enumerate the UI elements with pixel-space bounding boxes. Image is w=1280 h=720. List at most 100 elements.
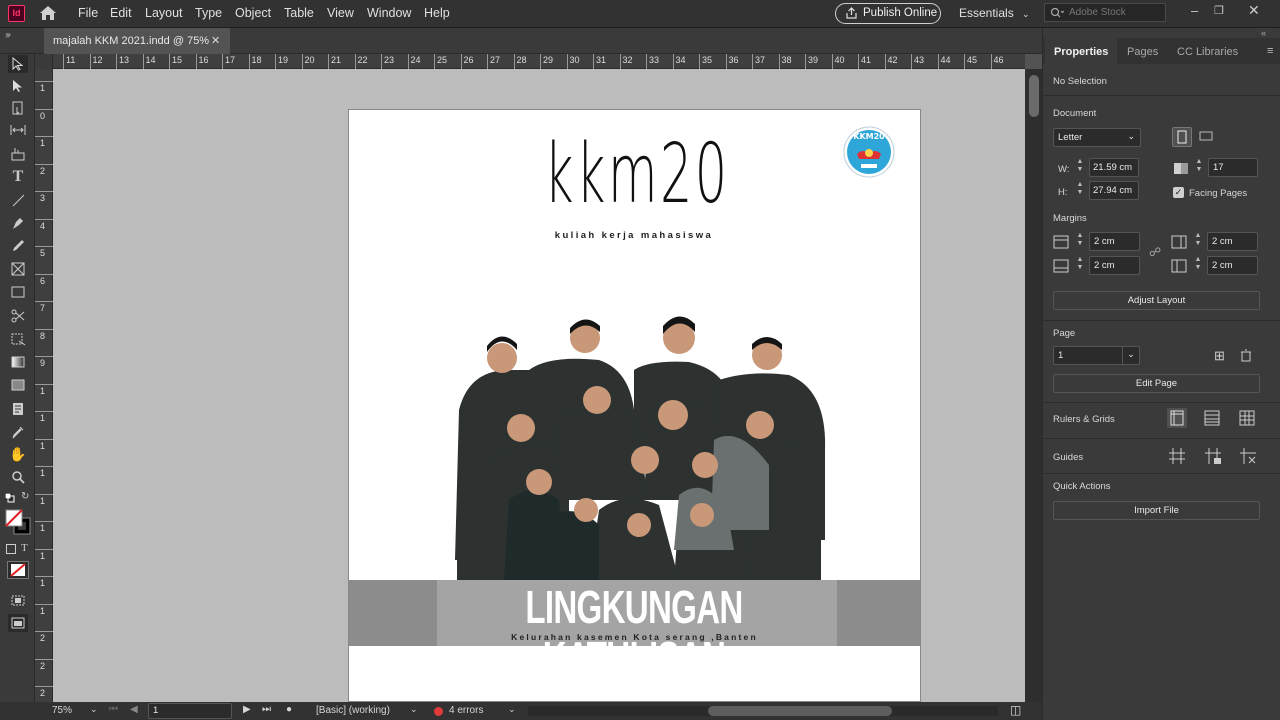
pages-count-field[interactable]: 17 [1208, 158, 1258, 177]
type-tool-icon[interactable]: T [8, 168, 28, 186]
lock-guides-icon[interactable] [1203, 446, 1223, 466]
document-page[interactable]: KKM20 kkm20 kuliah kerja mahasiswa LINGK… [348, 109, 921, 702]
horizontal-scrollbar-thumb[interactable] [708, 706, 892, 716]
portrait-orientation-icon[interactable] [1172, 127, 1192, 147]
menu-layout[interactable]: Layout [145, 6, 183, 20]
add-page-icon[interactable]: ⊞ [1214, 348, 1225, 364]
eyedropper-tool-icon[interactable] [8, 423, 28, 441]
gap-tool-icon[interactable] [8, 121, 28, 139]
page-tool-icon[interactable] [8, 99, 28, 117]
height-stepper-icon[interactable]: ▲ ▼ [1074, 181, 1086, 200]
pen-tool-icon[interactable] [8, 214, 28, 232]
pages-stepper-icon[interactable]: ▲ ▼ [1193, 158, 1205, 177]
menu-help[interactable]: Help [424, 6, 450, 20]
restore-icon[interactable]: ❐ [1214, 4, 1224, 17]
document-grid-icon[interactable] [1238, 409, 1256, 427]
landscape-orientation-icon[interactable] [1197, 127, 1217, 147]
vertical-ruler[interactable]: 1 0 1 2 3 4 5 6 7 8 9 1 1 1 1 1 1 1 1 1 2 2 2 [35, 69, 53, 702]
vertical-scrollbar-thumb[interactable] [1029, 75, 1039, 117]
pencil-tool-icon[interactable] [8, 237, 28, 255]
group-photo[interactable] [449, 300, 829, 580]
page-size-select[interactable]: Letter ⌄ [1053, 128, 1141, 147]
kkm20-badge[interactable]: KKM20 [843, 126, 895, 178]
publish-online-button[interactable]: Publish Online [835, 3, 941, 24]
previous-page-icon[interactable]: ◀ [130, 704, 138, 715]
last-page-icon[interactable]: ⏭ [262, 704, 271, 715]
zoom-tool-icon[interactable] [8, 468, 28, 486]
vertical-scrollbar[interactable] [1025, 69, 1042, 702]
adjust-layout-button[interactable]: Adjust Layout [1053, 291, 1260, 310]
zoom-level[interactable]: 75% [52, 705, 72, 716]
default-fill-stroke-icon[interactable] [4, 492, 15, 503]
menu-edit[interactable]: Edit [110, 6, 132, 20]
hand-tool-icon[interactable]: ✋ [8, 445, 28, 463]
menu-object[interactable]: Object [235, 6, 271, 20]
document-tab[interactable]: majalah KKM 2021.indd @ 75% ✕ [44, 28, 230, 54]
horizontal-ruler[interactable]: 11 12 13 14 15 16 17 18 19 20 21 22 23 24 25 26 27 28 29 30… [35, 54, 1025, 69]
screen-mode-icon[interactable] [8, 591, 28, 609]
rectangle-tool-icon[interactable] [8, 283, 28, 301]
show-guides-icon[interactable] [1167, 446, 1187, 466]
direct-selection-tool-icon[interactable] [8, 77, 28, 95]
formatting-container-icon[interactable] [6, 544, 16, 554]
gradient-swatch-tool-icon[interactable] [8, 353, 28, 371]
baseline-grid-icon[interactable] [1203, 409, 1221, 427]
tab-cc-libraries[interactable]: CC Libraries [1177, 46, 1238, 58]
margin-bottom-field[interactable]: 2 cm [1089, 256, 1140, 275]
note-tool-icon[interactable] [8, 400, 28, 418]
ruler-origin[interactable] [35, 54, 53, 69]
first-page-icon[interactable]: ⏮ [109, 704, 118, 715]
menu-table[interactable]: Table [284, 6, 314, 20]
margin-inside-stepper-icon[interactable]: ▲ ▼ [1192, 232, 1204, 251]
edit-page-button[interactable]: Edit Page [1053, 374, 1260, 393]
view-mode-icon[interactable] [8, 614, 28, 632]
margin-outside-field[interactable]: 2 cm [1207, 256, 1258, 275]
workspace-switcher[interactable]: Essentials ⌄ [959, 6, 1030, 20]
split-window-icon[interactable]: ◫ [1010, 703, 1021, 717]
menu-type[interactable]: Type [195, 6, 222, 20]
toolbox-collapse-icon[interactable]: » [5, 30, 10, 40]
preflight-errors[interactable]: 4 errors [449, 705, 483, 716]
scissors-tool-icon[interactable] [8, 307, 28, 325]
rectangle-frame-tool-icon[interactable] [8, 260, 28, 278]
selection-tool-icon[interactable] [8, 55, 28, 73]
formatting-text-icon[interactable]: T [21, 542, 28, 554]
menu-view[interactable]: View [327, 6, 354, 20]
panel-collapse-icon[interactable]: « [1261, 28, 1266, 38]
height-field[interactable]: 27.94 cm [1089, 181, 1139, 200]
preflight-profile[interactable]: [Basic] (working) [316, 705, 390, 716]
next-page-icon[interactable]: ▶ [243, 704, 251, 715]
minimize-icon[interactable]: – [1191, 3, 1198, 18]
import-file-button[interactable]: Import File [1053, 501, 1260, 520]
page-select[interactable]: 1 ⌄ [1053, 346, 1140, 365]
link-margins-icon[interactable]: ☍ [1149, 245, 1163, 259]
margin-bottom-stepper-icon[interactable]: ▲ ▼ [1074, 256, 1086, 275]
home-icon[interactable] [38, 4, 58, 22]
tab-properties[interactable]: Properties [1054, 46, 1108, 58]
menu-window[interactable]: Window [367, 6, 411, 20]
close-tab-icon[interactable]: ✕ [211, 28, 220, 54]
free-transform-tool-icon[interactable] [8, 330, 28, 348]
margin-outside-stepper-icon[interactable]: ▲ ▼ [1192, 256, 1204, 275]
menu-file[interactable]: File [78, 6, 98, 20]
fill-stroke-swatch-icon[interactable] [5, 509, 31, 535]
rulers-icon[interactable] [1167, 408, 1187, 428]
width-field[interactable]: 21.59 cm [1089, 158, 1139, 177]
delete-page-icon[interactable] [1240, 349, 1252, 362]
apply-none-icon[interactable] [7, 561, 29, 579]
open-page-icon[interactable]: ● [286, 704, 292, 715]
close-icon[interactable]: ✕ [1248, 2, 1260, 19]
adobe-stock-search-input[interactable]: Adobe Stock [1044, 3, 1166, 22]
tab-pages[interactable]: Pages [1127, 46, 1158, 58]
page-number-field[interactable]: 1 [148, 703, 232, 719]
gradient-feather-tool-icon[interactable] [8, 376, 28, 394]
margin-inside-field[interactable]: 2 cm [1207, 232, 1258, 251]
margin-top-stepper-icon[interactable]: ▲ ▼ [1074, 232, 1086, 251]
line-tool-icon[interactable] [8, 191, 28, 209]
smart-guides-icon[interactable] [1238, 446, 1258, 466]
content-collector-icon[interactable] [8, 145, 28, 163]
width-stepper-icon[interactable]: ▲ ▼ [1074, 158, 1086, 177]
preflight-chevron-icon[interactable]: ⌄ [410, 704, 418, 715]
title-banner[interactable]: LINGKUNGAN KATULISAN Kelurahan kasemen K… [349, 580, 920, 683]
swap-fill-stroke-icon[interactable]: ↻ [21, 491, 29, 502]
